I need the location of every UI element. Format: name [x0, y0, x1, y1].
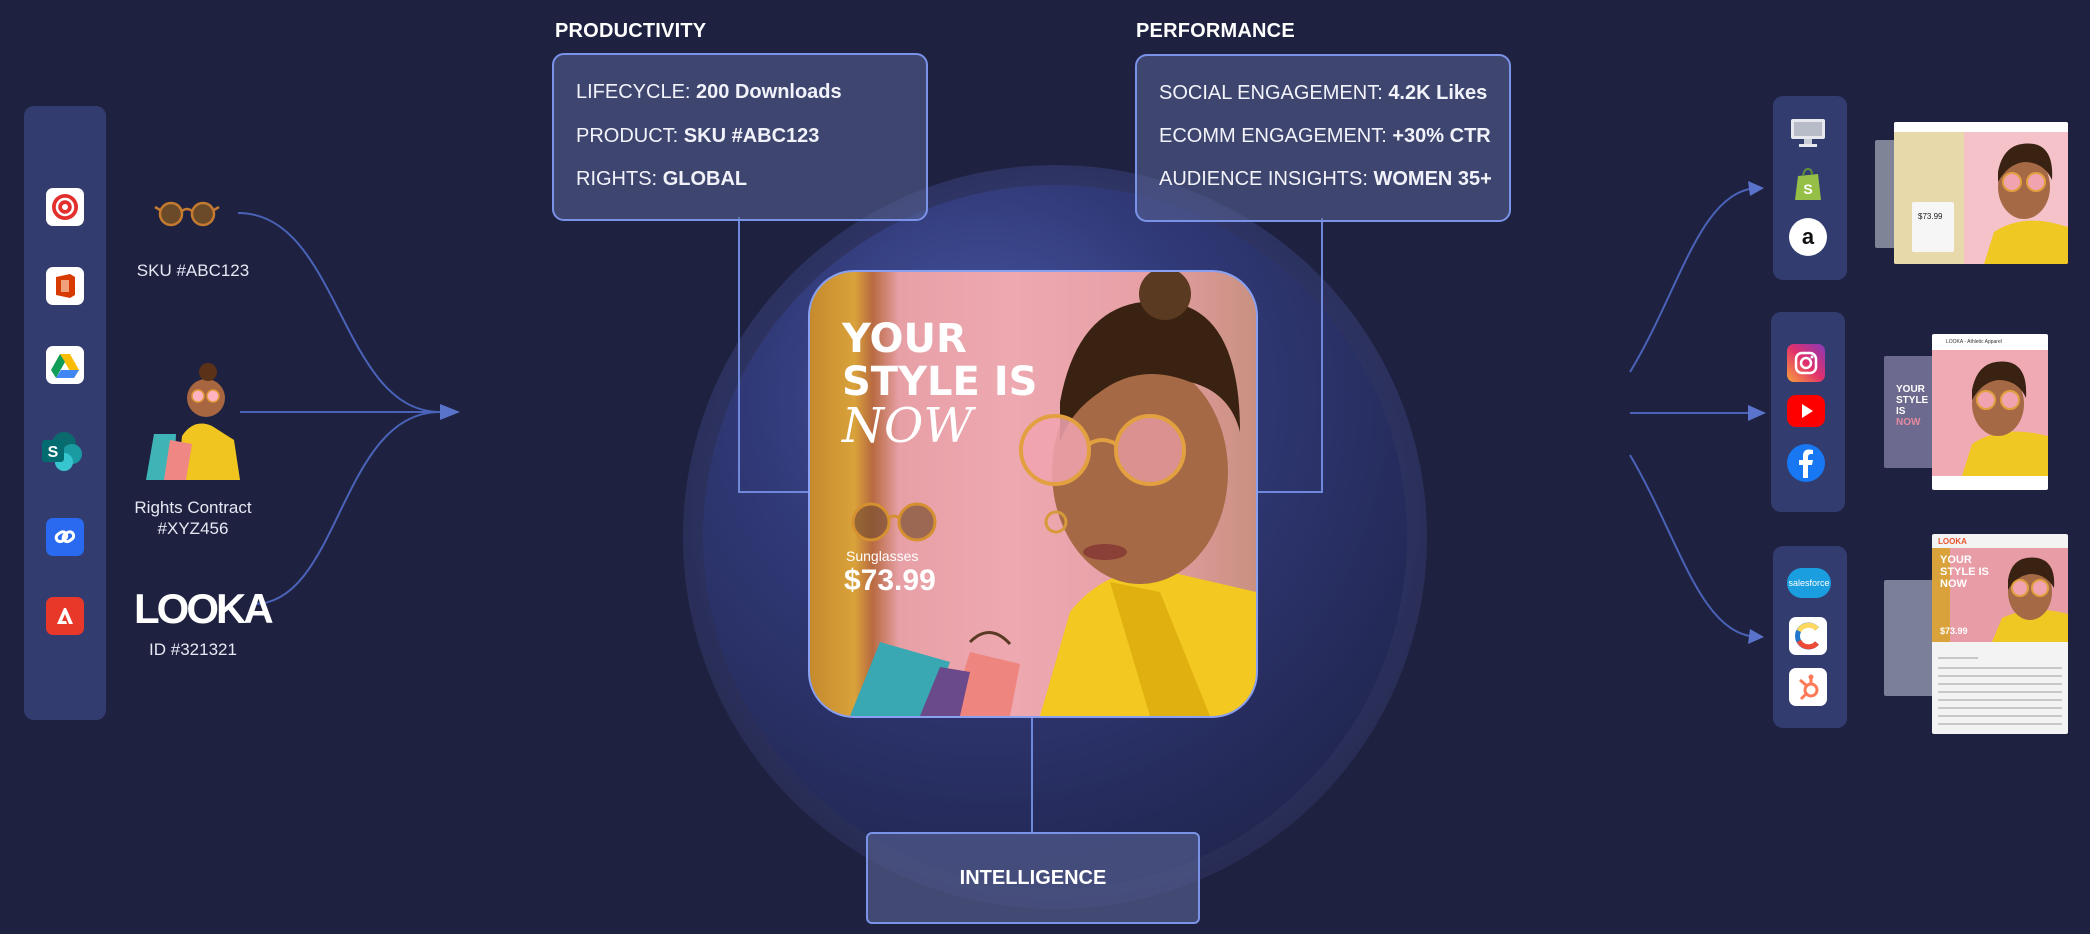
audience-insights-label: AUDIENCE INSIGHTS:	[1159, 168, 1368, 190]
social-side-line2: STYLE IS	[1896, 395, 1929, 417]
social-side-headline: YOUR STYLE IS NOW	[1896, 384, 1934, 428]
dest-curve-1	[1629, 187, 1759, 373]
audience-insights-value: WOMEN 35+	[1373, 168, 1492, 190]
source-connectors-panel: S	[24, 106, 106, 720]
email-headline: YOUR STYLE IS NOW	[1940, 554, 1989, 590]
hero-product-price: $73.99	[844, 564, 936, 597]
youtube-icon[interactable]	[1787, 395, 1825, 427]
dest-arrowhead-3	[1748, 629, 1764, 644]
shop-price: $73.99	[1918, 212, 1943, 221]
rights-label: RIGHTS:	[576, 168, 658, 190]
email-headline-line2: STYLE IS	[1940, 566, 1989, 578]
hero-headline-now: NOW	[842, 398, 973, 454]
facebook-icon[interactable]	[1787, 444, 1825, 482]
email-back-layer	[1884, 580, 1934, 696]
contentful-icon[interactable]	[1789, 617, 1827, 655]
email-body-text	[1938, 652, 2062, 728]
product-row: PRODUCT: SKU #ABC123	[576, 125, 819, 148]
dest-curve-3	[1629, 454, 1759, 638]
email-price: $73.99	[1940, 626, 1968, 636]
hero-headline-line1: YOUR	[842, 316, 967, 362]
email-headline-line3: NOW	[1940, 578, 1967, 590]
shop-model-image	[1984, 143, 2068, 264]
audience-insights-row: AUDIENCE INSIGHTS: WOMEN 35+	[1159, 168, 1492, 191]
hero-sunglasses-product	[851, 502, 937, 542]
sharepoint-icon[interactable]: S	[40, 428, 88, 476]
social-post-preview: LOOKA - Athletic Apparel	[1932, 334, 2048, 490]
adobe-icon[interactable]	[46, 597, 84, 635]
lifecycle-value: 200 Downloads	[696, 81, 842, 103]
performance-box: SOCIAL ENGAGEMENT: 4.2K Likes ECOMM ENGA…	[1135, 54, 1511, 222]
productivity-connector	[738, 217, 808, 493]
rights-value: GLOBAL	[662, 168, 748, 190]
product-label: PRODUCT:	[576, 125, 679, 147]
hubspot-icon[interactable]	[1789, 668, 1827, 706]
shopify-icon[interactable]: S	[1789, 166, 1827, 204]
performance-title: PERFORMANCE	[1136, 20, 1295, 42]
source-curve-1	[237, 212, 441, 413]
social-channels-panel	[1771, 312, 1845, 512]
performance-connector	[1254, 218, 1323, 493]
salesforce-icon[interactable]: salesforce	[1787, 568, 1831, 598]
rights-contract-caption: Rights Contract #XYZ456	[118, 497, 268, 539]
marketing-channels-panel: salesforce	[1773, 546, 1847, 728]
social-side-line1: YOUR	[1896, 384, 1925, 395]
lifecycle-row: LIFECYCLE: 200 Downloads	[576, 81, 842, 104]
shop-page-back-layer	[1875, 140, 1895, 248]
lifecycle-label: LIFECYCLE:	[576, 81, 691, 103]
social-post-back-layer: YOUR STYLE IS NOW	[1884, 356, 1934, 468]
hero-product-card: YOUR STYLE IS NOW Sunglasses $73.99	[808, 270, 1258, 718]
looka-id-caption: ID #321321	[149, 640, 237, 659]
social-side-line3: NOW	[1896, 417, 1921, 428]
productivity-title: PRODUCTIVITY	[555, 20, 707, 42]
desktop-icon[interactable]	[1789, 114, 1827, 152]
source-curve-3	[253, 411, 441, 605]
looka-logo: LOOKA	[134, 585, 274, 632]
shop-page-header	[1894, 122, 2068, 132]
intelligence-box: INTELLIGENCE	[866, 832, 1200, 924]
dest-arrowhead-1	[1748, 181, 1764, 196]
email-preview: LOOKA YOUR STYLE IS NOW $73.99	[1932, 534, 2068, 734]
source-arrowhead	[440, 404, 460, 420]
hero-product-name: Sunglasses	[846, 548, 919, 564]
office-icon[interactable]	[46, 267, 84, 305]
productivity-box: LIFECYCLE: 200 Downloads PRODUCT: SKU #A…	[552, 53, 928, 221]
model-thumbnail	[142, 350, 246, 480]
dest-arrowhead-2	[1748, 405, 1766, 421]
social-engagement-value: 4.2K Likes	[1388, 82, 1488, 104]
social-post-image	[1932, 350, 2048, 476]
shop-product-card: $73.99	[1912, 202, 1954, 252]
instagram-icon[interactable]	[1787, 344, 1825, 382]
rights-row: RIGHTS: GLOBAL	[576, 168, 747, 191]
amazon-icon[interactable]: a	[1789, 218, 1827, 256]
ecomm-engagement-row: ECOMM ENGAGEMENT: +30% CTR	[1159, 125, 1491, 148]
ecomm-engagement-label: ECOMM ENGAGEMENT:	[1159, 125, 1387, 147]
rights-contract-line1: Rights Contract	[134, 498, 252, 517]
ecommerce-channels-panel: S a	[1773, 96, 1847, 280]
sitecore-icon[interactable]	[46, 188, 84, 226]
sunglasses-thumbnail	[154, 196, 220, 230]
email-hero-image: YOUR STYLE IS NOW $73.99	[1932, 548, 2068, 642]
social-post-title: LOOKA - Athletic Apparel	[1946, 339, 2002, 345]
hero-headline: YOUR STYLE IS	[842, 318, 1038, 404]
sku-caption: SKU #ABC123	[136, 261, 250, 280]
social-engagement-label: SOCIAL ENGAGEMENT:	[1159, 82, 1383, 104]
email-headline-line1: YOUR	[1940, 554, 1972, 566]
social-model-image	[1962, 361, 2048, 476]
rights-contract-line2: #XYZ456	[157, 519, 229, 538]
email-header-logo: LOOKA	[1938, 537, 1967, 546]
google-drive-icon[interactable]	[46, 346, 84, 384]
svg-text:S: S	[1803, 181, 1812, 197]
ecomm-engagement-value: +30% CTR	[1392, 125, 1491, 147]
svg-text:S: S	[48, 444, 59, 461]
link-icon[interactable]	[46, 518, 84, 556]
shop-page-preview: $73.99	[1894, 122, 2068, 264]
social-engagement-row: SOCIAL ENGAGEMENT: 4.2K Likes	[1159, 82, 1487, 105]
product-value: SKU #ABC123	[683, 125, 820, 147]
